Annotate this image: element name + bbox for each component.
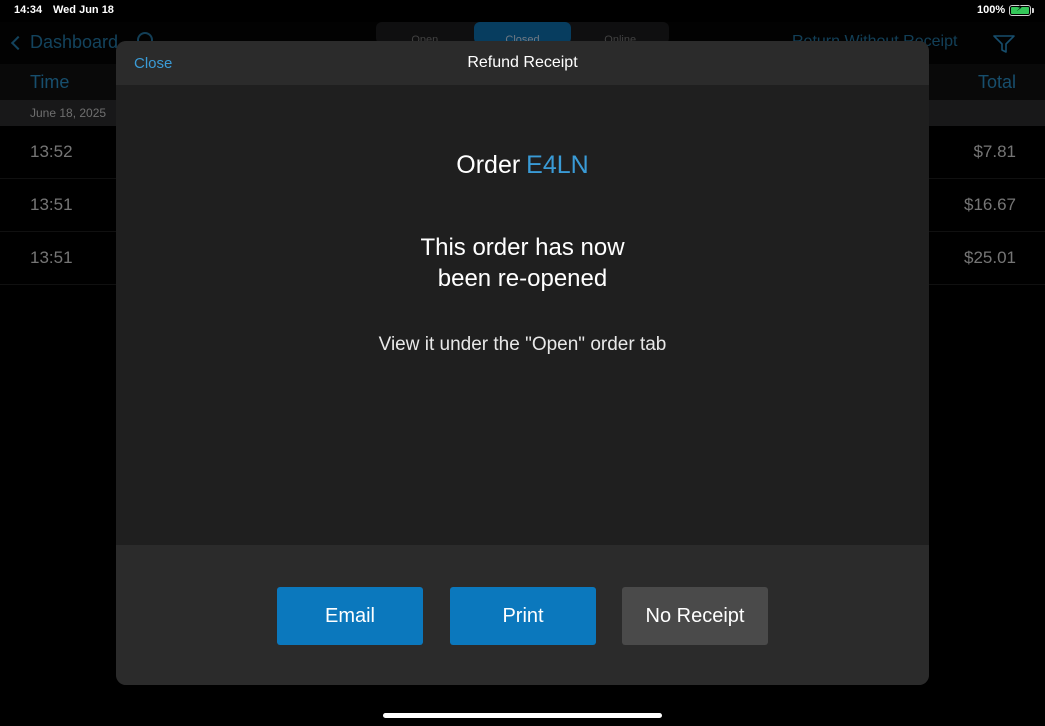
order-line: Order E4LN: [116, 151, 929, 180]
print-button[interactable]: Print: [450, 587, 596, 645]
sub-message: View it under the "Open" order tab: [378, 334, 667, 355]
modal-header: Refund Receipt Close: [116, 41, 929, 85]
order-code: E4LN: [526, 151, 589, 179]
reopened-message: This order has now been re-opened: [116, 232, 929, 294]
refund-receipt-modal: Refund Receipt Close Order E4LN This orde…: [116, 41, 929, 685]
status-time: 14:34: [14, 4, 43, 16]
message-line-2: been re-opened: [437, 265, 608, 292]
battery-icon: ⚡: [1009, 4, 1031, 16]
home-indicator[interactable]: [383, 713, 662, 718]
modal-title: Refund Receipt: [467, 54, 578, 71]
status-bar: 14:34 Wed Jun 18 100% ⚡: [0, 0, 1045, 22]
modal-footer: Email Print No Receipt: [116, 545, 929, 685]
no-receipt-button[interactable]: No Receipt: [622, 587, 768, 645]
battery-cap: [1032, 8, 1034, 13]
close-button[interactable]: Close: [134, 55, 172, 72]
order-prefix: Order: [456, 151, 521, 179]
status-date: Wed Jun 18: [53, 4, 114, 16]
email-button[interactable]: Email: [277, 587, 423, 645]
battery-percentage: 100%: [977, 4, 1006, 16]
message-line-1: This order has now: [420, 234, 625, 261]
